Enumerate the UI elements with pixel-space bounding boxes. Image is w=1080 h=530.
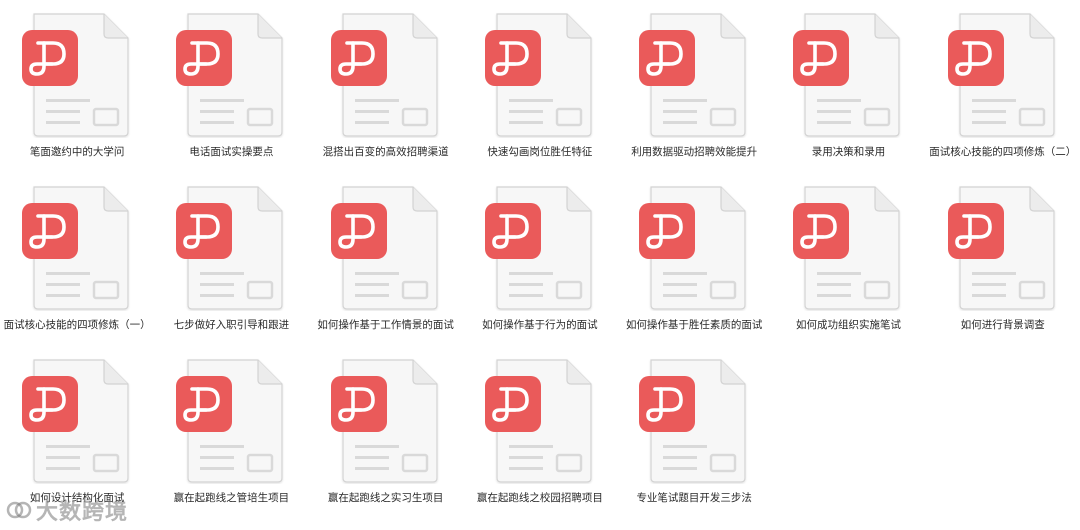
file-name-label: 赢在起跑线之实习生项目 <box>327 492 444 504</box>
pdf-file-icon <box>793 185 903 311</box>
pdf-file-icon <box>176 185 286 311</box>
file-name-label: 专业笔试题目开发三步法 <box>636 492 752 504</box>
file-item[interactable]: 如何成功组织实施笔试 <box>771 173 925 346</box>
file-name-label: 笔面邀约中的大学问 <box>29 146 125 158</box>
file-item[interactable]: 如何操作基于行为的面试 <box>463 173 617 346</box>
file-item[interactable]: 电话面试实操要点 <box>154 0 308 173</box>
pdf-file-icon <box>22 185 132 311</box>
file-item[interactable]: 如何进行背景调查 <box>926 173 1080 346</box>
pdf-file-icon <box>639 358 749 484</box>
pdf-file-icon <box>330 358 441 484</box>
pdf-file-icon <box>330 185 441 311</box>
file-name-label: 如何进行背景调查 <box>960 319 1045 331</box>
pdf-file-icon <box>484 185 595 311</box>
file-name-label: 如何操作基于胜任素质的面试 <box>625 319 763 331</box>
file-name-label: 如何成功组织实施笔试 <box>795 319 901 331</box>
file-item[interactable]: 赢在起跑线之校园招聘项目 <box>463 346 617 530</box>
file-item[interactable]: 如何操作基于胜任素质的面试 <box>617 173 771 346</box>
pdf-file-icon <box>484 358 595 484</box>
pdf-file-icon <box>947 12 1058 138</box>
pdf-file-icon <box>639 185 749 311</box>
pdf-file-icon <box>484 12 595 138</box>
file-item[interactable]: 快速勾画岗位胜任特征 <box>463 0 617 173</box>
pdf-file-icon <box>330 12 441 138</box>
file-name-label: 赢在起跑线之管培生项目 <box>173 492 290 504</box>
file-item[interactable]: 混搭出百变的高效招聘渠道 <box>309 0 463 173</box>
file-name-label: 如何操作基于工作情景的面试 <box>317 319 454 331</box>
file-item[interactable]: 录用决策和录用 <box>771 0 925 173</box>
file-item[interactable]: 赢在起跑线之实习生项目 <box>309 346 463 530</box>
file-item[interactable]: 面试核心技能的四项修炼（二） <box>926 0 1080 173</box>
pdf-file-icon <box>639 12 749 138</box>
file-name-label: 混搭出百变的高效招聘渠道 <box>322 146 449 158</box>
pdf-file-icon <box>947 185 1058 311</box>
file-name-label: 快速勾画岗位胜任特征 <box>487 146 593 158</box>
file-name-label: 电话面试实操要点 <box>189 146 274 158</box>
file-name-label: 面试核心技能的四项修炼（二） <box>929 146 1077 158</box>
file-name-label: 录用决策和录用 <box>811 146 886 158</box>
file-item[interactable]: 面试核心技能的四项修炼（一） <box>0 173 154 346</box>
file-name-label: 七步做好入职引导和跟进 <box>173 319 290 331</box>
file-name-label: 如何操作基于行为的面试 <box>482 319 598 331</box>
file-item[interactable]: 赢在起跑线之管培生项目 <box>154 346 308 530</box>
file-name-label: 面试核心技能的四项修炼（一） <box>3 319 151 331</box>
pdf-file-icon <box>22 12 132 138</box>
file-item[interactable]: 专业笔试题目开发三步法 <box>617 346 771 530</box>
pdf-file-icon <box>22 358 132 484</box>
file-item[interactable]: 七步做好入职引导和跟进 <box>154 173 308 346</box>
file-name-label: 利用数据驱动招聘效能提升 <box>631 146 758 158</box>
pdf-file-icon <box>793 12 903 138</box>
file-item[interactable]: 利用数据驱动招聘效能提升 <box>617 0 771 173</box>
file-item[interactable]: 如何操作基于工作情景的面试 <box>309 173 463 346</box>
file-item[interactable]: 如何设计结构化面试 <box>0 346 154 530</box>
file-item[interactable]: 笔面邀约中的大学问 <box>0 0 154 173</box>
file-grid: 笔面邀约中的大学问 电话面试实操要点 混搭出百变的高效招聘渠道 快速勾画岗位胜任特征 利… <box>0 0 1080 530</box>
file-name-label: 如何设计结构化面试 <box>29 492 125 504</box>
pdf-file-icon <box>176 12 286 138</box>
file-name-label: 赢在起跑线之校园招聘项目 <box>476 492 603 504</box>
pdf-file-icon <box>176 358 286 484</box>
